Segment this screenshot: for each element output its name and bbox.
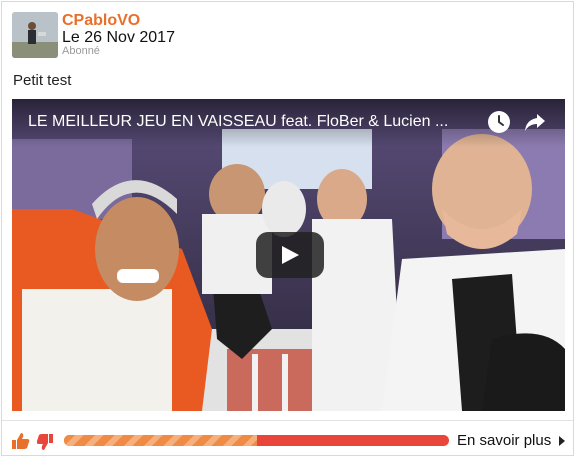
chevron-right-icon[interactable]	[559, 436, 565, 446]
vote-bar-positive	[64, 435, 257, 446]
more-link[interactable]: En savoir plus	[457, 432, 551, 449]
post-date: Le 26 Nov 2017	[62, 29, 175, 46]
video-player[interactable]: LE MEILLEUR JEU EN VAISSEAU feat. FloBer…	[12, 99, 565, 411]
author-status: Abonné	[62, 45, 100, 57]
post-text: Petit test	[13, 72, 72, 89]
author-name[interactable]: CPabloVO	[62, 12, 140, 30]
play-icon	[282, 246, 299, 264]
thumb-up-icon[interactable]	[12, 432, 30, 450]
post-card: CPabloVO Le 26 Nov 2017 Abonné Petit tes…	[1, 1, 574, 456]
thumb-down-icon[interactable]	[36, 434, 53, 452]
footer-divider	[2, 420, 573, 421]
vote-ratio-bar	[64, 435, 449, 446]
clock-icon[interactable]	[488, 111, 510, 133]
video-title[interactable]: LE MEILLEUR JEU EN VAISSEAU feat. FloBer…	[28, 112, 488, 132]
avatar[interactable]	[12, 12, 58, 58]
share-icon[interactable]	[524, 112, 546, 132]
play-button[interactable]	[256, 232, 324, 278]
